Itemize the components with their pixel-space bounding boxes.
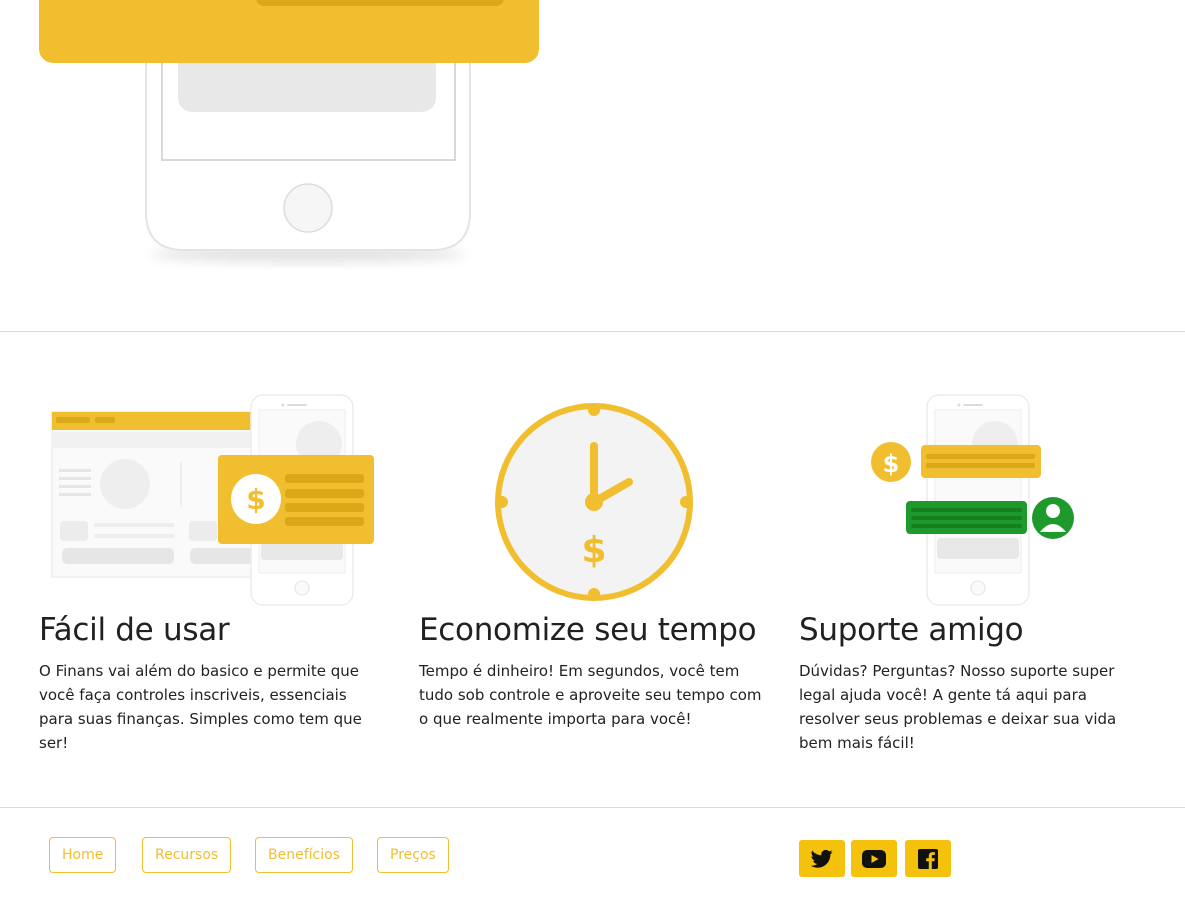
svg-text:$: $ [883,450,900,478]
svg-text:$: $ [246,483,265,516]
facebook-icon [918,848,938,869]
feature-text-support: Dúvidas? Perguntas? Nosso suporte super … [799,662,1117,752]
footer-nav-recursos[interactable]: Recursos [142,837,232,873]
feature-title-support: Suporte amigo [799,612,1024,648]
hero-section [0,0,1185,331]
section-divider-top [0,331,1185,332]
yellow-card-bar [256,0,504,6]
footer-nav-beneficios[interactable]: Benefícios [255,837,353,873]
feature-title-time: Economize seu tempo [419,612,757,648]
phone-illustration [39,0,539,262]
youtube-button[interactable] [851,840,897,877]
twitter-button[interactable] [799,840,845,877]
support-illustration: $ [871,394,1074,606]
youtube-icon [862,849,886,868]
clock-illustration: $ [495,403,693,601]
feature-text-easy: O Finans vai além do basico e permite qu… [39,662,362,752]
feature-text-time: Tempo é dinheiro! Em segundos, você tem … [419,662,762,728]
footer-nav-precos[interactable]: Preços [377,837,449,873]
section-divider-footer [0,807,1185,808]
phone-home-button [283,183,333,233]
facebook-button[interactable] [905,840,951,877]
twitter-icon [811,849,833,868]
svg-text:$: $ [581,530,606,571]
footer-nav-home[interactable]: Home [49,837,117,873]
yellow-card [39,0,539,63]
feature-title-easy: Fácil de usar [39,612,230,648]
easy-use-illustration: $ [51,394,374,606]
